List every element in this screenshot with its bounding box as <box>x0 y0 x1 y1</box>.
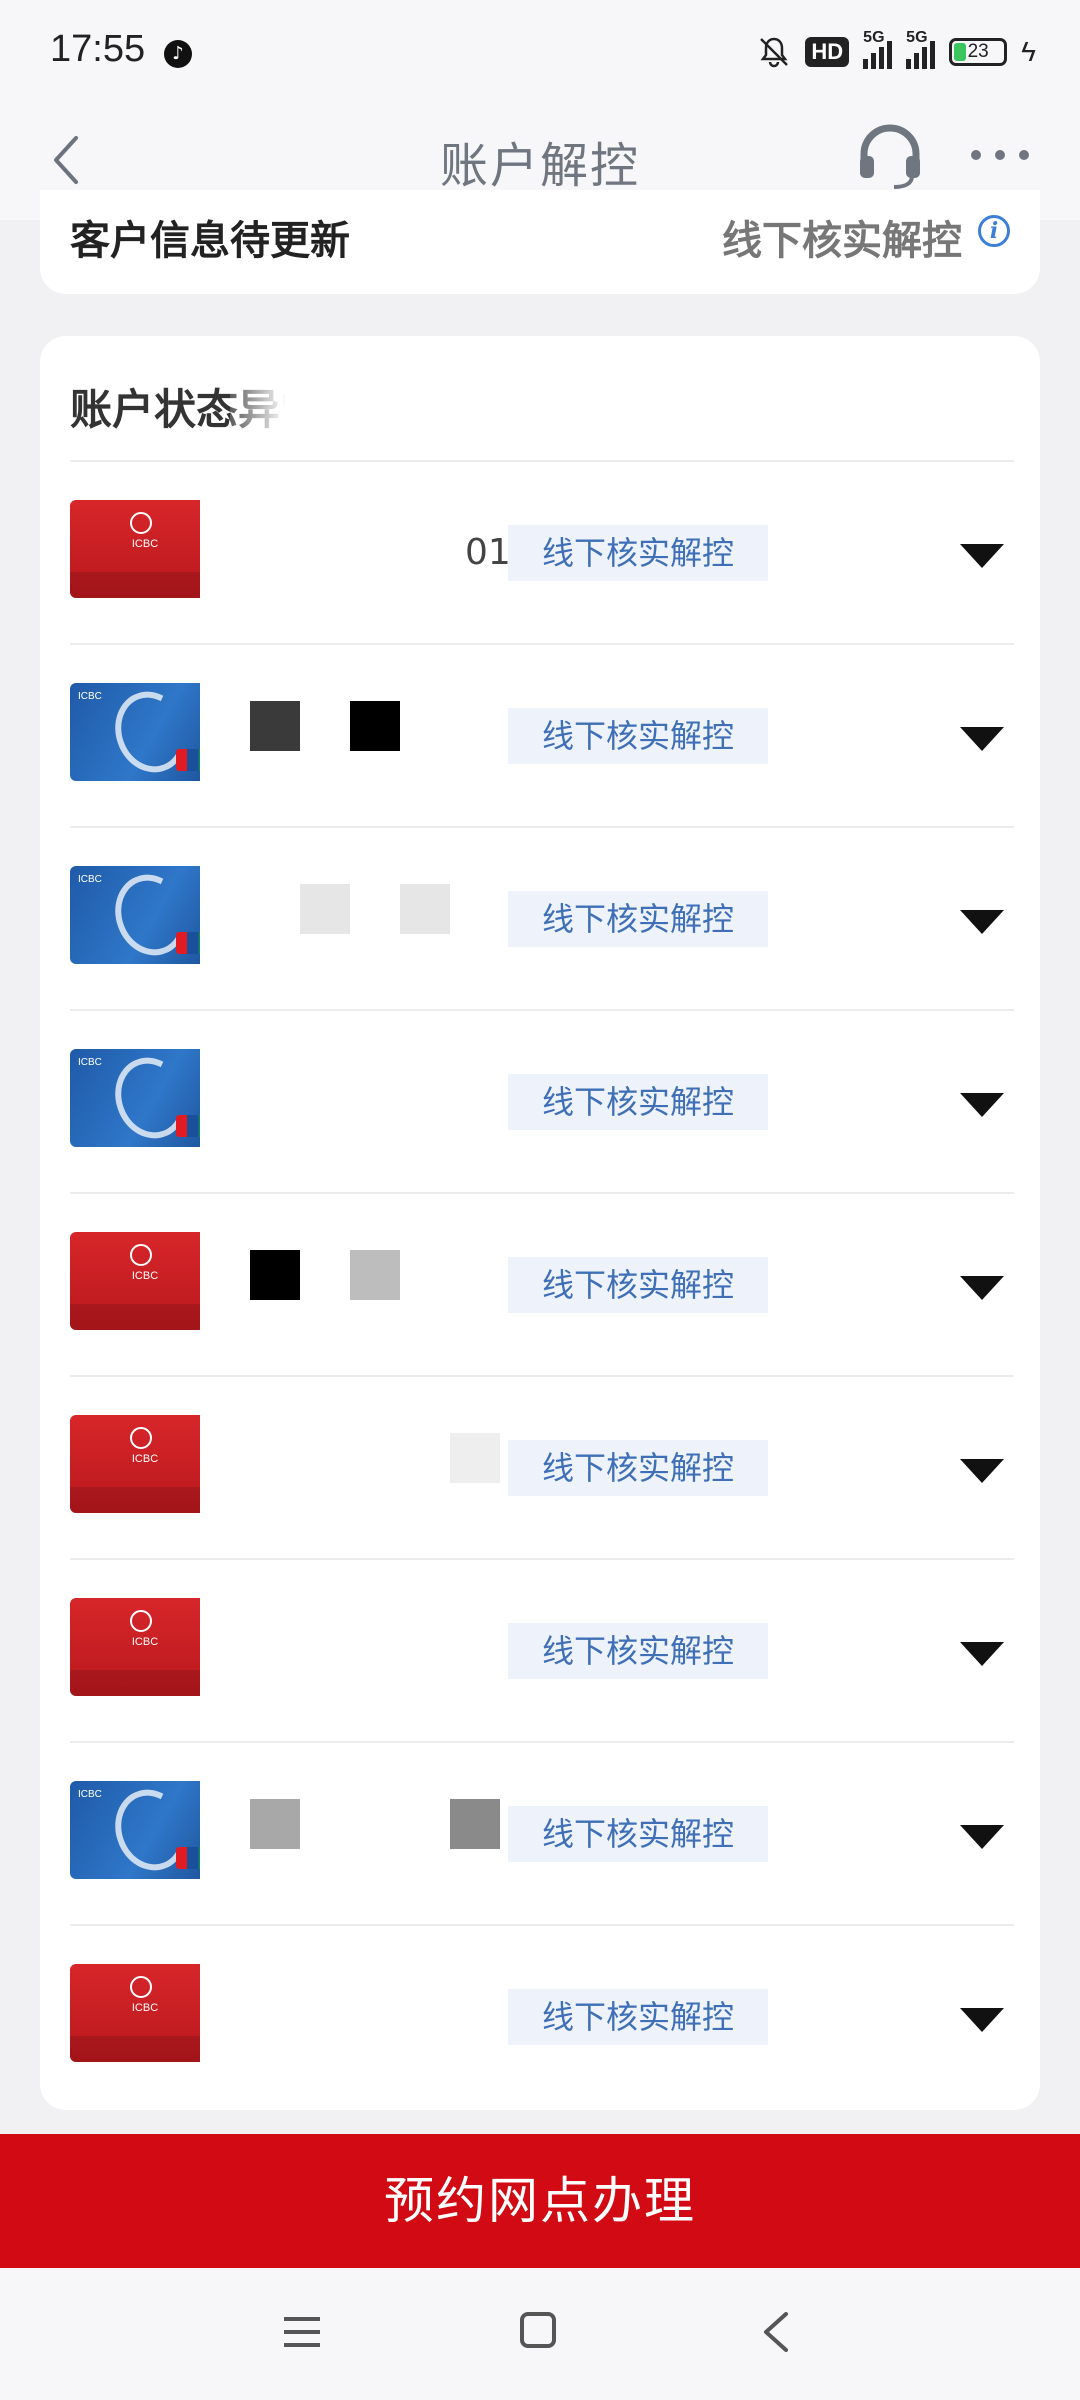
red-card-thumbnail: ICBC <box>70 1415 220 1513</box>
signal-icon: 5G <box>863 29 893 69</box>
customer-info-card: 客户信息待更新 线下核实解控 i <box>40 190 1040 294</box>
redaction-mask <box>200 1926 500 2107</box>
status-icons: HD 5G 5G 23 ϟ <box>757 29 1036 74</box>
account-row[interactable]: ICBC 01 线下核实解控 <box>70 460 1014 643</box>
account-row[interactable]: ICBC 线下核实解控 <box>70 1558 1014 1741</box>
status-badge: 线下核实解控 <box>508 1623 768 1679</box>
network-type-label: 5G <box>863 29 885 46</box>
redaction-block <box>250 701 300 751</box>
status-badge: 线下核实解控 <box>508 1806 768 1862</box>
charging-icon: ϟ <box>1021 36 1036 67</box>
blue-card-thumbnail: ICBC <box>70 1049 220 1147</box>
expand-arrow-icon[interactable] <box>960 1093 1004 1117</box>
expand-arrow-icon[interactable] <box>960 2008 1004 2032</box>
status-badge: 线下核实解控 <box>508 1989 768 2045</box>
battery-level: 23 <box>967 41 989 62</box>
red-card-thumbnail: ICBC <box>70 1964 220 2062</box>
expand-arrow-icon[interactable] <box>960 1276 1004 1300</box>
account-row[interactable]: ICBC 线下核实解控 <box>70 1924 1014 2107</box>
status-badge: 线下核实解控 <box>508 891 768 947</box>
book-branch-button[interactable]: 预约网点办理 <box>0 2134 1080 2268</box>
blue-card-thumbnail: ICBC <box>70 683 220 781</box>
customer-service-icon[interactable] <box>852 118 928 194</box>
red-card-thumbnail: ICBC <box>70 1598 220 1696</box>
redaction-mask <box>200 1560 500 1741</box>
redaction-block <box>300 884 350 934</box>
redaction-mask <box>230 356 370 436</box>
blue-card-thumbnail: ICBC <box>70 866 220 964</box>
status-badge: 线下核实解控 <box>508 1257 768 1313</box>
red-card-thumbnail: ICBC <box>70 1232 220 1330</box>
battery-icon: 23 <box>949 38 1008 66</box>
expand-arrow-icon[interactable] <box>960 1642 1004 1666</box>
tiktok-icon: ♪ <box>164 40 192 68</box>
blue-card-thumbnail: ICBC <box>70 1781 220 1879</box>
mute-bell-icon <box>760 37 789 68</box>
account-row[interactable]: ICBC 线下核实解控 <box>70 826 1014 1009</box>
expand-arrow-icon[interactable] <box>960 1459 1004 1483</box>
redaction-block <box>350 1250 400 1300</box>
redaction-mask <box>200 462 500 643</box>
account-row[interactable]: ICBC 线下核实解控 <box>70 643 1014 826</box>
status-badge: 线下核实解控 <box>508 525 768 581</box>
status-badge: 线下核实解控 <box>508 708 768 764</box>
account-row[interactable]: ICBC 线下核实解控 <box>70 1741 1014 1924</box>
redaction-mask <box>200 1011 500 1192</box>
home-icon[interactable] <box>520 2312 556 2348</box>
account-list: ICBC 01 线下核实解控 ICBC 线下核实解控 ICBC 线下核实解控 ICBC 线下核实… <box>70 460 1014 2107</box>
account-number: 01 <box>465 532 511 573</box>
expand-arrow-icon[interactable] <box>960 727 1004 751</box>
account-row[interactable]: ICBC 线下核实解控 <box>70 1192 1014 1375</box>
status-badge: 线下核实解控 <box>508 1074 768 1130</box>
info-icon[interactable]: i <box>978 215 1010 247</box>
back-nav-icon[interactable] <box>760 2310 790 2354</box>
customer-info-label: 客户信息待更新 <box>70 218 350 264</box>
red-card-thumbnail: ICBC <box>70 500 220 598</box>
signal-icon: 5G <box>906 29 936 69</box>
redaction-block <box>250 1250 300 1300</box>
hd-badge: HD <box>805 37 850 67</box>
more-icon[interactable] <box>968 140 1032 170</box>
network-type-label: 5G <box>906 29 928 46</box>
system-nav-bar <box>0 2268 1080 2400</box>
redaction-block <box>350 701 400 751</box>
expand-arrow-icon[interactable] <box>960 1825 1004 1849</box>
redaction-block <box>400 884 450 934</box>
expand-arrow-icon[interactable] <box>960 910 1004 934</box>
expand-arrow-icon[interactable] <box>960 544 1004 568</box>
status-time: 17:55 <box>50 28 146 70</box>
redaction-block <box>450 1799 500 1849</box>
redaction-block <box>250 1799 300 1849</box>
abnormal-accounts-card: 账户状态异常 ICBC 01 线下核实解控 ICBC 线下核实解控 ICBC 线下核实解控 I… <box>40 336 1040 2110</box>
redaction-block <box>450 1433 500 1483</box>
account-row[interactable]: ICBC 线下核实解控 <box>70 1009 1014 1192</box>
customer-info-action[interactable]: 线下核实解控 <box>722 208 962 266</box>
status-badge: 线下核实解控 <box>508 1440 768 1496</box>
menu-icon[interactable] <box>282 2314 322 2350</box>
status-bar: 17:55 ♪ HD 5G 5G 23 ϟ <box>0 0 1080 100</box>
redaction-mask <box>200 828 500 1009</box>
account-row[interactable]: ICBC 线下核实解控 <box>70 1375 1014 1558</box>
